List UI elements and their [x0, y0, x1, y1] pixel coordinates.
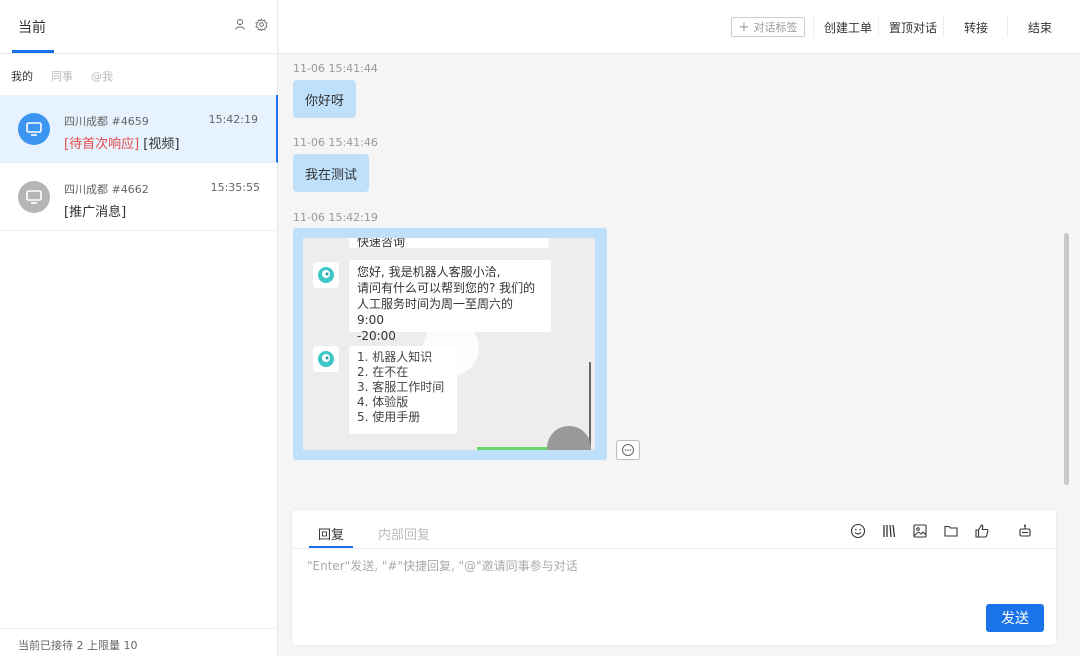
video-menu-line: 4. 体验版 [357, 395, 409, 409]
user-icon[interactable] [232, 16, 248, 32]
divider [1007, 15, 1008, 37]
last-message-text: [视频] [143, 137, 180, 152]
emoji-icon[interactable] [849, 522, 867, 540]
end-conversation-button[interactable]: 结束 [1028, 19, 1052, 36]
tab-underline [12, 50, 54, 53]
folder-icon[interactable] [942, 522, 960, 540]
reception-count: 当前已接待 2 上限量 10 [0, 628, 278, 656]
tab-reply[interactable]: 回复 [318, 524, 344, 543]
robot-avatar-icon [313, 262, 339, 288]
filter-tabs: 我的 同事 @我 [11, 68, 131, 84]
pin-conversation-button[interactable]: 置顶对话 [889, 19, 937, 36]
conversation-tag-button[interactable]: + 对话标签 [731, 17, 805, 37]
video-green-bar [477, 447, 557, 450]
video-bot-line: 请问有什么可以帮到您的? 我们的 [357, 281, 536, 295]
video-menu-line: 2. 在不在 [357, 365, 409, 379]
send-button[interactable]: 发送 [986, 604, 1044, 632]
divider [878, 15, 879, 37]
message-bubble: 你好呀 [293, 80, 357, 118]
divider [813, 15, 814, 37]
robot-avatar-icon [313, 346, 339, 372]
filter-colleagues[interactable]: 同事 [51, 68, 73, 84]
conversation-sidebar: 当前 我的 同事 @我 四川成都 #4659 15:42:19 [待首次响应] … [0, 0, 278, 656]
chat-scrollbar[interactable] [1064, 233, 1069, 485]
conversation-time: 15:35:55 [210, 181, 260, 194]
video-divider [589, 362, 591, 450]
monitor-icon [26, 190, 42, 204]
video-thumbnail[interactable]: 快速咨询 您好, 我是机器人客服小洽, 请问有什么可以帮到您的? 我们的 人工服… [303, 238, 595, 450]
conversation-name: 四川成都 #4659 [64, 115, 149, 128]
conversation-item[interactable]: 四川成都 #4659 15:42:19 [待首次响应] [视频] [0, 95, 278, 163]
conversation-name: 四川成都 #4662 [64, 183, 149, 196]
quick-phrase-icon[interactable] [880, 522, 898, 540]
message-list: 11-06 15:41:44 你好呀 11-06 15:41:46 我在测试 1… [278, 54, 1080, 510]
avatar [18, 181, 50, 213]
compose-box: 回复 内部回复 "Enter"发送, "#"快捷回复, "@"邀请同事参与对话 … [292, 510, 1056, 645]
pending-status: [待首次响应] [64, 137, 140, 152]
tag-button-label: 对话标签 [753, 21, 798, 34]
message-input[interactable]: "Enter"发送, "#"快捷回复, "@"邀请同事参与对话 [307, 557, 578, 574]
conversation-item[interactable]: 四川成都 #4662 15:35:55 [推广消息] [0, 163, 278, 231]
gear-icon[interactable] [253, 16, 269, 32]
tab-internal-reply[interactable]: 内部回复 [378, 524, 430, 543]
video-menu-message: 1. 机器人知识 2. 在不在 3. 客服工作时间 4. 体验版 5. 使用手册 [349, 346, 457, 434]
filter-mine[interactable]: 我的 [11, 68, 33, 84]
video-message[interactable]: 快速咨询 您好, 我是机器人客服小洽, 请问有什么可以帮到您的? 我们的 人工服… [293, 228, 607, 460]
conversation-last-message: [推广消息] [64, 205, 127, 220]
message-timestamp: 11-06 15:41:44 [293, 62, 378, 75]
video-menu-line: 1. 机器人知识 [357, 350, 433, 364]
conversation-last-message: [待首次响应] [视频] [64, 133, 179, 152]
message-bubble: 我在测试 [293, 154, 370, 192]
thumbs-up-icon[interactable] [973, 522, 991, 540]
conversation-time: 15:42:19 [208, 113, 258, 126]
create-ticket-button[interactable]: 创建工单 [824, 19, 872, 36]
filter-mentions[interactable]: @我 [91, 68, 113, 84]
chat-toolbar: + 对话标签 创建工单 置顶对话 转接 结束 [278, 0, 1080, 54]
tab-current[interactable]: 当前 [18, 17, 46, 37]
avatar [18, 113, 50, 145]
plus-icon: + [738, 19, 750, 35]
message-timestamp: 11-06 15:41:46 [293, 136, 378, 149]
monitor-icon [26, 122, 42, 136]
divider [292, 548, 1056, 549]
video-partial-text: 快速咨询 [357, 238, 406, 249]
transfer-button[interactable]: 转接 [964, 19, 988, 36]
message-comment-icon[interactable] [616, 440, 640, 460]
video-menu-line: 5. 使用手册 [357, 410, 421, 424]
image-icon[interactable] [911, 522, 929, 540]
divider [943, 15, 944, 37]
video-bot-line: 您好, 我是机器人客服小洽, [357, 265, 501, 279]
sidebar-header: 当前 [0, 0, 277, 54]
video-avatar [547, 426, 591, 450]
robot-icon[interactable] [1016, 522, 1034, 540]
video-menu-line: 3. 客服工作时间 [357, 380, 445, 394]
message-timestamp: 11-06 15:42:19 [293, 211, 378, 224]
video-partial-message: 快速咨询 [349, 238, 549, 249]
